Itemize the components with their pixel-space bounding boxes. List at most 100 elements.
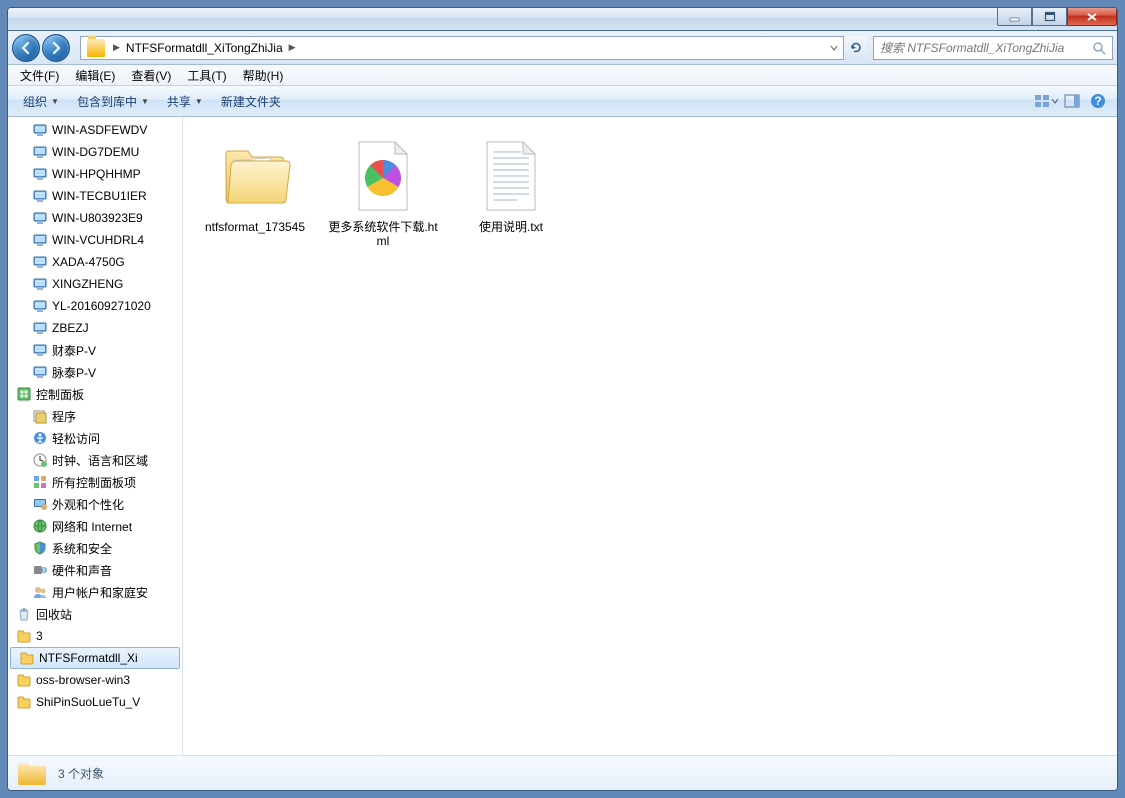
file-name: 更多系统软件下载.html bbox=[324, 220, 442, 248]
address-dropdown[interactable] bbox=[825, 37, 843, 59]
all-icon bbox=[32, 474, 48, 490]
tree-label: WIN-VCUHDRL4 bbox=[52, 233, 144, 247]
breadcrumb-sep: ▶ bbox=[285, 42, 300, 53]
html-icon bbox=[343, 136, 423, 216]
tree-folder[interactable]: oss-browser-win3 bbox=[8, 669, 182, 691]
computer-icon bbox=[32, 232, 48, 248]
tree-label: WIN-ASDFEWDV bbox=[52, 123, 147, 137]
tree-label: 网络和 Internet bbox=[52, 518, 132, 535]
tree-item[interactable]: WIN-U803923E9 bbox=[8, 207, 182, 229]
maximize-button[interactable] bbox=[1032, 8, 1067, 26]
breadcrumb-sep: ▶ bbox=[109, 42, 124, 53]
tree-label: WIN-U803923E9 bbox=[52, 211, 143, 225]
tree-item[interactable]: XADA-4750G bbox=[8, 251, 182, 273]
tree-item[interactable]: XINGZHENG bbox=[8, 273, 182, 295]
computer-icon bbox=[32, 342, 48, 358]
folder-icon bbox=[215, 136, 295, 216]
file-item[interactable]: 更多系统软件下载.html bbox=[323, 129, 443, 254]
address-bar[interactable]: ▶ NTFSFormatdll_XiTongZhiJia ▶ bbox=[80, 36, 867, 60]
menu-edit[interactable]: 编辑(E) bbox=[67, 65, 123, 86]
tree-label: XADA-4750G bbox=[52, 255, 125, 269]
tree-item[interactable]: 系统和安全 bbox=[8, 537, 182, 559]
tree-recycle-bin[interactable]: 回收站 bbox=[8, 603, 182, 625]
minimize-button[interactable] bbox=[997, 8, 1032, 26]
menu-help[interactable]: 帮助(H) bbox=[235, 65, 292, 86]
view-options-button[interactable] bbox=[1033, 90, 1059, 112]
access-icon bbox=[32, 430, 48, 446]
file-list[interactable]: ntfsformat_173545 更多系统软件下载.html bbox=[183, 117, 1117, 755]
hw-icon bbox=[32, 562, 48, 578]
title-bar bbox=[8, 8, 1117, 31]
tree-label: 脉泰P-V bbox=[52, 364, 96, 381]
newfolder-button[interactable]: 新建文件夹 bbox=[212, 89, 290, 114]
tree-item[interactable]: 网络和 Internet bbox=[8, 515, 182, 537]
tree-folder[interactable]: 3 bbox=[8, 625, 182, 647]
svg-text:?: ? bbox=[1094, 94, 1101, 108]
computer-icon bbox=[32, 364, 48, 380]
menu-tools[interactable]: 工具(T) bbox=[179, 65, 234, 86]
close-button[interactable] bbox=[1067, 8, 1117, 26]
share-button[interactable]: 共享▼ bbox=[158, 89, 212, 114]
tree-label: WIN-DG7DEMU bbox=[52, 145, 139, 159]
tree-item[interactable]: ZBEZJ bbox=[8, 317, 182, 339]
help-button[interactable]: ? bbox=[1085, 90, 1111, 112]
tree-item[interactable]: YL-201609271020 bbox=[8, 295, 182, 317]
tree-item[interactable]: WIN-TECBU1IER bbox=[8, 185, 182, 207]
tree-item[interactable]: 所有控制面板项 bbox=[8, 471, 182, 493]
include-button[interactable]: 包含到库中▼ bbox=[68, 89, 158, 114]
tree-item[interactable]: 脉泰P-V bbox=[8, 361, 182, 383]
tree-item[interactable]: 外观和个性化 bbox=[8, 493, 182, 515]
tree-item[interactable]: 用户帐户和家庭安 bbox=[8, 581, 182, 603]
net-icon bbox=[32, 518, 48, 534]
refresh-button[interactable] bbox=[843, 36, 867, 60]
tree-label: 所有控制面板项 bbox=[52, 474, 136, 491]
preview-pane-button[interactable] bbox=[1059, 90, 1085, 112]
tree-label: 控制面板 bbox=[36, 386, 84, 403]
tree-label: ShiPinSuoLueTu_V bbox=[36, 695, 140, 709]
search-box[interactable]: 搜索 NTFSFormatdll_XiTongZhiJia bbox=[873, 36, 1113, 60]
tree-item[interactable]: 轻松访问 bbox=[8, 427, 182, 449]
tree-label: oss-browser-win3 bbox=[36, 673, 130, 687]
prog-icon bbox=[32, 408, 48, 424]
tree-item[interactable]: WIN-VCUHDRL4 bbox=[8, 229, 182, 251]
txt-icon bbox=[471, 136, 551, 216]
tree-label: WIN-TECBU1IER bbox=[52, 189, 147, 203]
tree-item[interactable]: 程序 bbox=[8, 405, 182, 427]
back-button[interactable] bbox=[12, 34, 40, 62]
tree-label: 轻松访问 bbox=[52, 430, 100, 447]
tree-item[interactable]: 财泰P-V bbox=[8, 339, 182, 361]
nav-bar: ▶ NTFSFormatdll_XiTongZhiJia ▶ 搜索 NTFSFo… bbox=[8, 31, 1117, 65]
file-item[interactable]: 使用说明.txt bbox=[451, 129, 571, 254]
menu-bar: 文件(F) 编辑(E) 查看(V) 工具(T) 帮助(H) bbox=[8, 65, 1117, 86]
computer-icon bbox=[32, 320, 48, 336]
tree-label: NTFSFormatdll_Xi bbox=[39, 651, 138, 665]
tree-item[interactable]: 硬件和声音 bbox=[8, 559, 182, 581]
computer-icon bbox=[32, 298, 48, 314]
nav-tree[interactable]: WIN-ASDFEWDV WIN-DG7DEMU WIN-HPQHHMP WIN-TE… bbox=[8, 117, 183, 755]
tree-label: WIN-HPQHHMP bbox=[52, 167, 141, 181]
tree-label: 外观和个性化 bbox=[52, 496, 124, 513]
computer-icon bbox=[32, 254, 48, 270]
computer-icon bbox=[32, 276, 48, 292]
body: WIN-ASDFEWDV WIN-DG7DEMU WIN-HPQHHMP WIN-TE… bbox=[8, 117, 1117, 755]
tree-item[interactable]: WIN-ASDFEWDV bbox=[8, 119, 182, 141]
tree-folder[interactable]: ShiPinSuoLueTu_V bbox=[8, 691, 182, 713]
file-item[interactable]: ntfsformat_173545 bbox=[195, 129, 315, 254]
tree-label: YL-201609271020 bbox=[52, 299, 151, 313]
organize-button[interactable]: 组织▼ bbox=[14, 89, 68, 114]
tree-label: 时钟、语言和区域 bbox=[52, 452, 148, 469]
computer-icon bbox=[32, 166, 48, 182]
menu-file[interactable]: 文件(F) bbox=[12, 65, 67, 86]
tree-label: ZBEZJ bbox=[52, 321, 89, 335]
tree-label: 用户帐户和家庭安 bbox=[52, 584, 148, 601]
tree-item[interactable]: 时钟、语言和区域 bbox=[8, 449, 182, 471]
tree-folder[interactable]: NTFSFormatdll_Xi bbox=[10, 647, 180, 669]
tree-item[interactable]: WIN-HPQHHMP bbox=[8, 163, 182, 185]
tree-control-panel[interactable]: 控制面板 bbox=[8, 383, 182, 405]
menu-view[interactable]: 查看(V) bbox=[123, 65, 179, 86]
tree-item[interactable]: WIN-DG7DEMU bbox=[8, 141, 182, 163]
forward-button[interactable] bbox=[42, 34, 70, 62]
status-bar: 3 个对象 bbox=[8, 755, 1117, 790]
explorer-window: ▶ NTFSFormatdll_XiTongZhiJia ▶ 搜索 NTFSFo… bbox=[7, 7, 1118, 791]
breadcrumb-path[interactable]: NTFSFormatdll_XiTongZhiJia bbox=[124, 41, 285, 55]
